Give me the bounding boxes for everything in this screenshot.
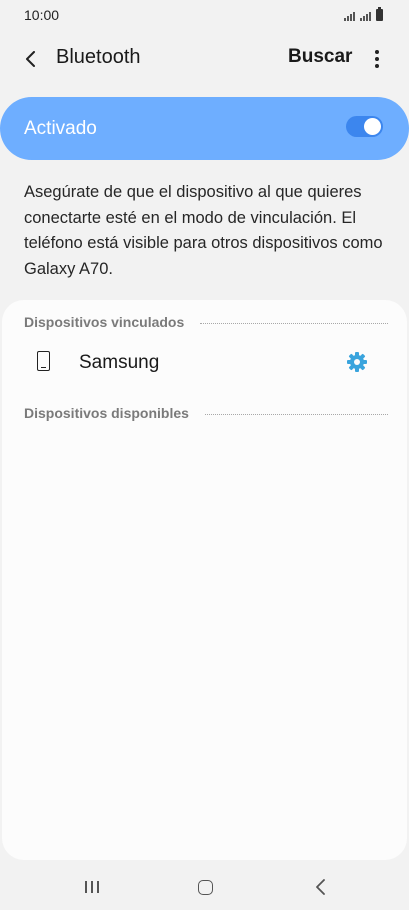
- app-header: Bluetooth Buscar: [0, 32, 409, 86]
- back-button[interactable]: [18, 44, 48, 74]
- battery-icon: [376, 7, 383, 21]
- paired-devices-header: Dispositivos vinculados: [24, 314, 388, 330]
- status-bar: 10:00: [0, 0, 409, 32]
- signal-icon-2: [360, 12, 371, 21]
- signal-icon: [344, 12, 355, 21]
- section-divider: [200, 322, 388, 324]
- status-icons: [344, 7, 383, 21]
- bluetooth-toggle-row[interactable]: Activado: [0, 97, 409, 160]
- gear-icon[interactable]: [345, 350, 369, 374]
- device-name: Samsung: [79, 352, 160, 373]
- switch-knob: [364, 118, 381, 135]
- nav-back-icon[interactable]: [306, 876, 336, 898]
- visibility-description: Asegúrate de que el dispositivo al que q…: [24, 183, 383, 278]
- devices-card: Dispositivos vinculados Samsung Disposit…: [2, 300, 407, 860]
- camera-notch: [170, 0, 240, 32]
- status-time: 10:00: [24, 7, 60, 23]
- chevron-left-icon: [26, 51, 35, 67]
- paired-devices-title: Dispositivos vinculados: [24, 314, 185, 330]
- section-divider: [204, 413, 388, 415]
- bluetooth-toggle-label: Activado: [24, 118, 97, 139]
- home-icon[interactable]: [191, 876, 221, 898]
- page-title: Bluetooth: [56, 46, 141, 68]
- navigation-bar: [0, 862, 409, 910]
- phone-icon: [37, 351, 50, 371]
- bluetooth-switch[interactable]: [346, 116, 383, 137]
- available-devices-header: Dispositivos disponibles: [24, 405, 388, 421]
- recent-apps-icon[interactable]: [78, 876, 108, 898]
- available-devices-title: Dispositivos disponibles: [24, 405, 189, 421]
- search-button[interactable]: Buscar: [288, 46, 352, 68]
- more-options-icon[interactable]: [366, 44, 388, 74]
- paired-device-row[interactable]: Samsung: [2, 340, 407, 386]
